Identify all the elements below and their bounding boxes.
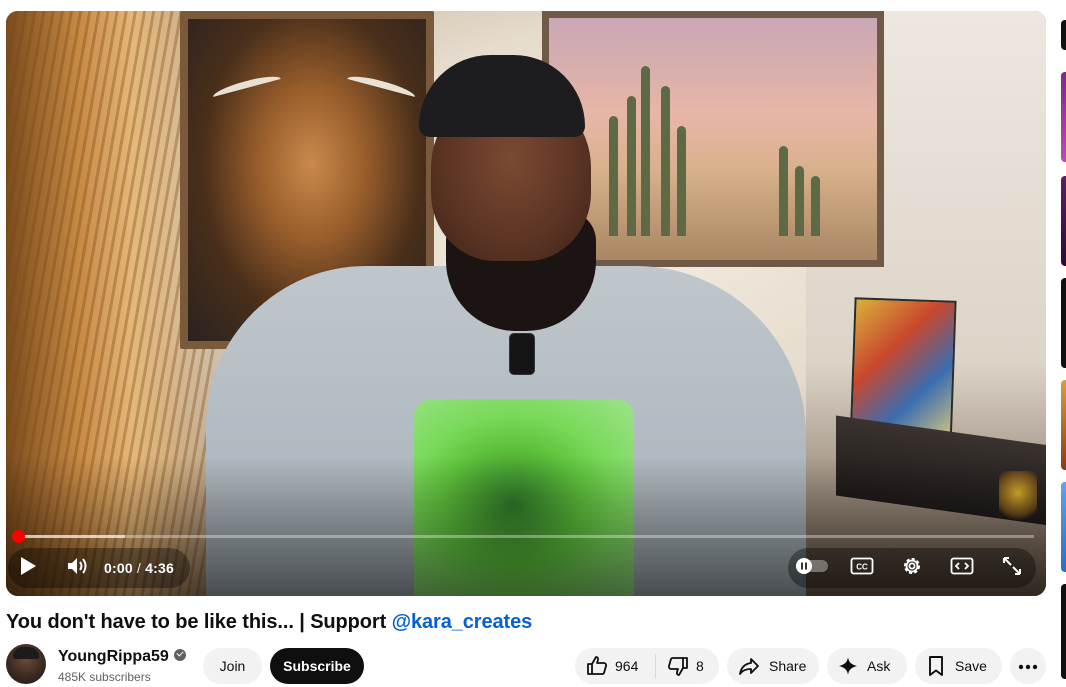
- share-label: Share: [769, 658, 807, 674]
- share-button[interactable]: Share: [727, 648, 819, 684]
- svg-text:CC: CC: [856, 562, 868, 571]
- left-controls: 0:00 / 4:36: [8, 548, 190, 588]
- share-icon: [737, 654, 761, 678]
- channel-name-text[interactable]: YoungRippa59: [58, 648, 169, 665]
- recommendation-thumb[interactable]: [1061, 278, 1066, 368]
- captions-button[interactable]: CC: [842, 548, 882, 588]
- autoplay-toggle[interactable]: [792, 548, 832, 588]
- video-frame: [6, 11, 1046, 596]
- settings-button[interactable]: [892, 548, 932, 588]
- save-button[interactable]: Save: [915, 648, 1002, 684]
- ask-label: Ask: [867, 658, 891, 674]
- theater-mode-icon: [950, 556, 974, 581]
- play-icon: [19, 556, 37, 581]
- recommendation-thumb[interactable]: [1061, 380, 1066, 470]
- channel-avatar[interactable]: [6, 644, 46, 684]
- volume-icon: [66, 555, 90, 582]
- progress-scrubber[interactable]: [12, 530, 25, 543]
- like-count: 964: [615, 658, 639, 674]
- sparkle-icon: [837, 655, 859, 677]
- gear-icon: [900, 554, 924, 583]
- video-player[interactable]: 0:00 / 4:36 CC: [6, 11, 1046, 596]
- recommendation-thumb[interactable]: [1061, 482, 1066, 572]
- ask-button[interactable]: Ask: [827, 648, 907, 684]
- video-title-text: You don't have to be like this... | Supp…: [6, 611, 392, 633]
- creator-mention-link[interactable]: @kara_creates: [392, 611, 533, 633]
- captions-icon: CC: [850, 556, 874, 581]
- play-button[interactable]: [8, 548, 48, 588]
- like-dislike-group: 964 8: [575, 648, 719, 684]
- more-horizontal-icon: [1018, 657, 1038, 675]
- time-current: 0:00: [104, 560, 133, 576]
- dislike-count: 8: [696, 658, 704, 674]
- recommendation-thumb[interactable]: [1061, 176, 1066, 266]
- recommendation-thumb[interactable]: [1061, 584, 1066, 679]
- join-button[interactable]: Join: [203, 648, 262, 684]
- autoplay-toggle-icon: [794, 556, 830, 581]
- video-title: You don't have to be like this... | Supp…: [6, 611, 532, 634]
- subscribe-button[interactable]: Subscribe: [270, 648, 364, 684]
- recommendation-thumb[interactable]: [1061, 20, 1066, 50]
- verified-badge-icon: [173, 649, 186, 661]
- time-total: 4:36: [145, 560, 174, 576]
- theater-mode-button[interactable]: [942, 548, 982, 588]
- channel-name[interactable]: YoungRippa59: [58, 648, 186, 666]
- fullscreen-button[interactable]: [992, 548, 1032, 588]
- volume-button[interactable]: [58, 548, 98, 588]
- more-actions-button[interactable]: [1010, 648, 1046, 684]
- bookmark-icon: [925, 654, 947, 678]
- like-button[interactable]: 964: [575, 648, 655, 684]
- save-label: Save: [955, 658, 987, 674]
- recommendation-thumb[interactable]: [1061, 72, 1066, 162]
- dislike-button[interactable]: 8: [656, 648, 704, 684]
- fullscreen-icon: [1001, 555, 1023, 582]
- thumbs-up-icon: [585, 654, 609, 678]
- progress-loaded: [18, 535, 125, 538]
- progress-bar[interactable]: [12, 530, 1034, 543]
- subscriber-count: 485K subscribers: [58, 670, 151, 684]
- time-display: 0:00 / 4:36: [98, 560, 190, 576]
- right-controls: CC: [788, 548, 1036, 588]
- time-separator: /: [136, 560, 142, 576]
- thumbs-down-icon: [666, 654, 690, 678]
- lapel-mic: [509, 333, 535, 375]
